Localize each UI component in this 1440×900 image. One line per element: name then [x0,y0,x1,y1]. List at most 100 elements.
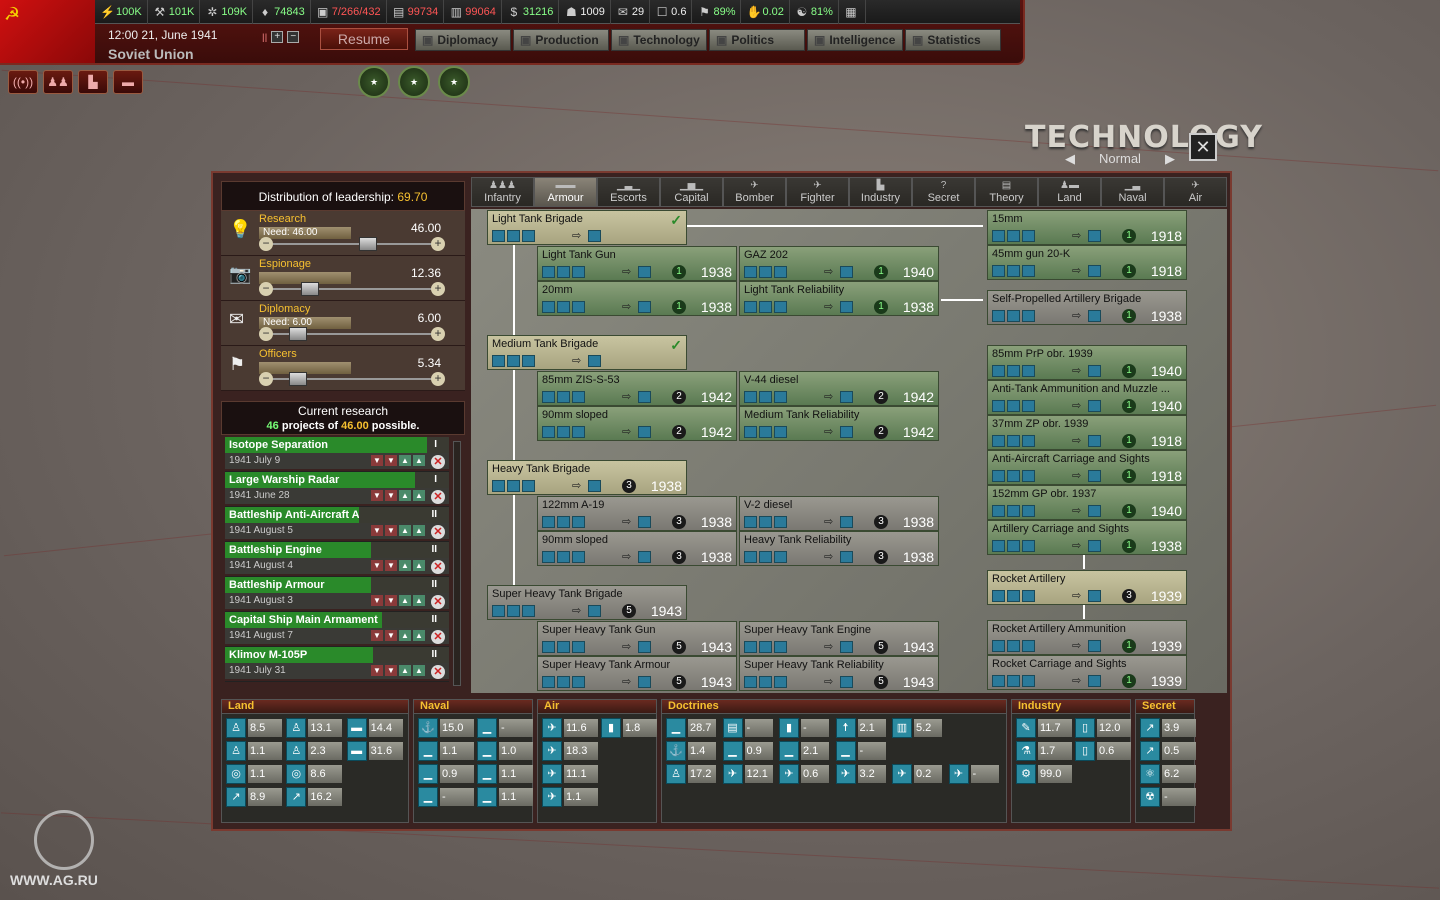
move-bottom-icon[interactable]: ▼ [371,630,383,641]
tech-node[interactable]: 122mm A-19 ⇨ 3 1938 [537,496,737,531]
units-icon[interactable]: ♟♟ [43,70,73,94]
tech-node[interactable]: Heavy Tank Reliability ⇨ 3 1938 [739,531,939,566]
speed-down-button[interactable]: − [287,31,300,43]
research-queue-item[interactable]: Large Warship Radar I 1941 June 28 ▼ ▼ ▲ ▲ ✕ [225,472,449,507]
move-top-icon[interactable]: ▲ [413,490,425,501]
tech-node[interactable]: 45mm gun 20-K ⇨ 1 1918 [987,245,1187,280]
increase-button[interactable]: + [431,327,445,341]
increase-button[interactable]: + [431,237,445,251]
resource-item[interactable]: ☗ 1009 [559,0,611,24]
decrease-button[interactable]: − [259,372,273,386]
summary-cell[interactable]: ▁ 0.9 [418,764,474,784]
summary-cell[interactable]: ▁ 28.7 [666,718,720,738]
tech-node[interactable]: 90mm sloped ⇨ 3 1938 [537,531,737,566]
pause-icon[interactable]: ll [262,31,267,45]
summary-cell[interactable] [949,741,1003,761]
tech-node[interactable]: Super Heavy Tank Brigade ⇨ 5 1943 [487,585,687,620]
resource-item[interactable]: ✲ 109K [200,0,254,24]
tech-node[interactable]: Super Heavy Tank Armour ⇨ 5 1943 [537,656,737,691]
tech-node[interactable]: Medium Tank Brigade ⇨ ✓ [487,335,687,370]
move-bottom-icon[interactable]: ▼ [371,560,383,571]
factory-icon[interactable]: ▙ [78,70,108,94]
tab-escorts[interactable]: ▁▃▁ Escorts [597,177,660,207]
tech-node[interactable]: Anti-Tank Ammunition and Muzzle ... ⇨ 1 194… [987,380,1187,415]
move-top-icon[interactable]: ▲ [413,630,425,641]
summary-cell[interactable]: ✈ 11.1 [542,764,598,784]
summary-cell[interactable]: ▮ 1.8 [601,718,657,738]
difficulty-prev-icon[interactable]: ◀ [1065,151,1075,167]
tech-node[interactable]: Rocket Artillery ⇨ 3 1939 [987,570,1187,605]
menu-diplomacy-button[interactable]: ▣ Diplomacy [415,29,511,51]
summary-cell[interactable]: ⚗ 1.7 [1016,741,1072,761]
summary-cell[interactable]: ✈ 11.6 [542,718,598,738]
research-queue-item[interactable]: Capital Ship Main Armament II 1941 August … [225,612,449,647]
increase-button[interactable]: + [431,282,445,296]
summary-cell[interactable]: ☢ - [1140,787,1196,807]
summary-cell[interactable]: ▬ 31.6 [346,741,404,761]
increase-button[interactable]: + [431,372,445,386]
resource-item[interactable]: ⚒ 101K [148,0,201,24]
tech-node[interactable]: Artillery Carriage and Sights ⇨ 1 1938 [987,520,1187,555]
resource-item[interactable]: ▤ 99734 [387,0,445,24]
summary-cell[interactable]: ▁ - [418,787,474,807]
summary-cell[interactable]: ☨ 2.1 [835,718,890,738]
tech-node[interactable]: GAZ 202 ⇨ 1 1940 [739,246,939,281]
radio-icon[interactable]: ((•)) [8,70,38,94]
resource-item[interactable]: ⚑ 89% [692,0,742,24]
tech-node[interactable]: Heavy Tank Brigade ⇨ 3 1938 [487,460,687,495]
summary-cell[interactable]: ✈ 12.1 [722,764,777,784]
research-queue-item[interactable]: Battleship Engine II 1941 August 4 ▼ ▼ ▲ ▲ ✕ [225,542,449,577]
tech-node[interactable]: 85mm PrP obr. 1939 ⇨ 1 1940 [987,345,1187,380]
summary-cell[interactable]: ♙ 2.3 [286,741,343,761]
tech-node[interactable]: 152mm GP obr. 1937 ⇨ 1 1940 [987,485,1187,520]
tab-air[interactable]: ✈ Air [1164,177,1227,207]
tab-capital[interactable]: ▁▅▁ Capital [660,177,723,207]
resource-item[interactable]: ✋ 0.02 [741,0,790,24]
research-queue-item[interactable]: Battleship Armour II 1941 August 3 ▼ ▼ ▲ ▲ ✕ [225,577,449,612]
cancel-research-icon[interactable]: ✕ [431,665,445,679]
speed-up-button[interactable]: + [271,31,284,43]
summary-cell[interactable]: ▮ - [779,718,833,738]
summary-cell[interactable] [601,741,657,761]
tab-fighter[interactable]: ✈ Fighter [786,177,849,207]
tech-node[interactable]: Light Tank Reliability ⇨ 1 1938 [739,281,939,316]
tech-node[interactable]: Super Heavy Tank Reliability ⇨ 5 1943 [739,656,939,691]
summary-cell[interactable] [601,787,657,807]
tab-naval[interactable]: ▁▃ Naval [1101,177,1164,207]
summary-cell[interactable]: ✈ - [948,764,1003,784]
menu-production-button[interactable]: ▣ Production [513,29,609,51]
move-bottom-icon[interactable]: ▼ [371,665,383,676]
tech-node[interactable]: V-2 diesel ⇨ 3 1938 [739,496,939,531]
summary-cell[interactable]: ♙ 8.5 [226,718,283,738]
resource-item[interactable]: ▣ 7/266/432 [311,0,387,24]
resource-item[interactable]: ▦ [839,0,866,24]
tech-node[interactable]: 20mm ⇨ 1 1938 [537,281,737,316]
move-down-icon[interactable]: ▼ [385,455,397,466]
cancel-research-icon[interactable]: ✕ [431,595,445,609]
tech-node[interactable]: Light Tank Gun ⇨ 1 1938 [537,246,737,281]
summary-cell[interactable]: ⚛ 6.2 [1140,764,1196,784]
move-bottom-icon[interactable]: ▼ [371,595,383,606]
tech-node[interactable]: Self-Propelled Artillery Brigade ⇨ 1 1938 [987,290,1187,325]
move-up-icon[interactable]: ▲ [399,525,411,536]
move-top-icon[interactable]: ▲ [413,665,425,676]
summary-cell[interactable] [347,787,404,807]
decrease-button[interactable]: − [259,237,273,251]
tech-node[interactable]: 37mm ZP obr. 1939 ⇨ 1 1918 [987,415,1187,450]
move-up-icon[interactable]: ▲ [399,455,411,466]
summary-cell[interactable]: ✈ 18.3 [542,741,598,761]
summary-cell[interactable]: ▥ 5.2 [892,718,946,738]
move-down-icon[interactable]: ▼ [385,630,397,641]
summary-cell[interactable]: ◎ 1.1 [226,764,283,784]
menu-technology-button[interactable]: ▣ Technology [611,29,707,51]
tab-infantry[interactable]: ♟♟♟ Infantry [471,177,534,207]
summary-cell[interactable]: ▯ 0.6 [1075,741,1131,761]
menu-intelligence-button[interactable]: ▣ Intelligence [807,29,903,51]
tab-theory[interactable]: ▤ Theory [975,177,1038,207]
move-top-icon[interactable]: ▲ [413,525,425,536]
alliance-greece-icon[interactable]: ★ [398,66,430,98]
summary-cell[interactable]: ✈ 1.1 [542,787,598,807]
summary-cell[interactable]: ▁ 1.0 [477,741,533,761]
summary-cell[interactable]: ◎ 8.6 [286,764,343,784]
queue-scrollbar[interactable] [453,441,461,686]
